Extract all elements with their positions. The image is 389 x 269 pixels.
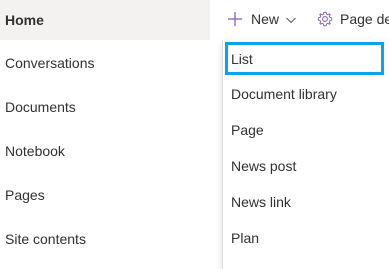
- plus-icon: [227, 11, 243, 27]
- nav-item-home[interactable]: Home: [0, 0, 210, 40]
- nav-item-label: Pages: [5, 187, 45, 203]
- nav-item-documents[interactable]: Documents: [0, 87, 210, 127]
- nav-item-notebook[interactable]: Notebook: [0, 131, 210, 171]
- nav-item-label: Home: [5, 12, 44, 28]
- menu-item-label: News post: [231, 158, 297, 174]
- sharepoint-window: Home Conversations Documents Notebook Pa…: [0, 0, 389, 269]
- menu-item-plan[interactable]: Plan: [223, 220, 389, 256]
- nav-item-site-contents[interactable]: Site contents: [0, 219, 210, 259]
- nav-item-conversations[interactable]: Conversations: [0, 43, 210, 83]
- new-button[interactable]: New: [227, 6, 297, 32]
- menu-item-label: Page: [231, 122, 264, 138]
- menu-item-page[interactable]: Page: [223, 112, 389, 148]
- page-details-label: Page de: [340, 11, 389, 27]
- menu-item-document-library[interactable]: Document library: [223, 76, 389, 112]
- nav-item-label: Site contents: [5, 231, 86, 247]
- nav-item-label: Notebook: [5, 143, 65, 159]
- menu-item-news-link[interactable]: News link: [223, 184, 389, 220]
- menu-item-label: Document library: [231, 86, 337, 102]
- command-bar: New Page de: [210, 0, 389, 38]
- nav-item-pages[interactable]: Pages: [0, 175, 210, 215]
- new-button-label: New: [251, 11, 280, 27]
- menu-item-label: News link: [231, 194, 291, 210]
- left-navigation: Home Conversations Documents Notebook Pa…: [0, 0, 210, 269]
- nav-item-label: Conversations: [5, 55, 95, 71]
- nav-item-label: Documents: [5, 99, 76, 115]
- menu-item-label: List: [231, 50, 253, 67]
- menu-item-list[interactable]: List: [225, 42, 384, 75]
- gear-icon: [317, 11, 333, 27]
- menu-item-label: Plan: [231, 230, 260, 246]
- new-dropdown-menu: List Document library Page News post New…: [222, 40, 389, 269]
- chevron-down-icon: [285, 13, 297, 25]
- menu-item-news-post[interactable]: News post: [223, 148, 389, 184]
- page-details-button[interactable]: Page de: [317, 6, 389, 32]
